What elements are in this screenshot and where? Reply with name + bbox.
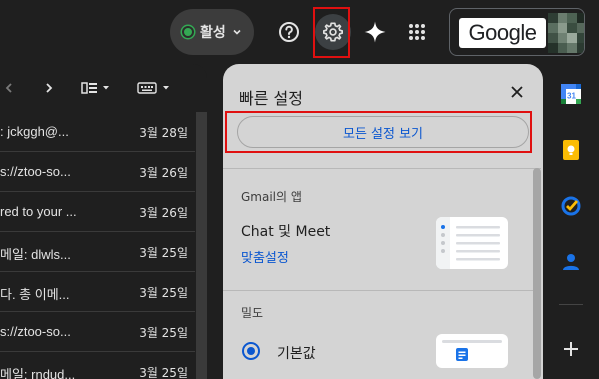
email-row[interactable]: : jckggh@... 3월 28일 [0,112,195,152]
side-divider [559,304,583,305]
apps-section-label: Gmail의 앱 [241,190,302,204]
email-snippet: 메일: rndud... [0,367,76,379]
email-snippet: 메일: dlwls... [0,247,71,262]
email-snippet: 다. 총 이메... [0,287,70,302]
email-row[interactable]: 메일: dlwls... 3월 25일 [0,232,195,272]
gemini-button[interactable] [357,14,393,50]
customize-link[interactable]: 맞춤설정 [241,247,289,266]
chat-meet-label: Chat 및 Meet [241,224,331,240]
status-active-dot [182,26,194,38]
density-illustration [442,340,502,361]
email-date: 3월 25일 [139,366,188,379]
add-icon [564,342,578,356]
google-logo: Google [459,18,546,48]
chevron-down-icon [233,29,241,35]
email-date: 3월 25일 [139,326,188,340]
svg-text:31: 31 [567,92,576,101]
chat-layout-illustration [436,217,500,269]
email-snippet: s://ztoo-so... [0,324,71,339]
keyboard-icon [137,82,169,94]
email-row[interactable]: s://ztoo-so... 3월 26일 [0,152,195,192]
density-section-label: 밀도 [241,306,264,320]
side-panel: 31 [543,64,599,379]
close-button[interactable] [505,80,529,104]
email-date: 3월 28일 [139,126,188,140]
google-calendar-icon: 31 [561,84,581,104]
email-snippet: red to your ... [0,204,77,219]
gemini-spark-icon [364,21,386,43]
avatar [548,13,584,53]
list-toolbar [0,64,207,112]
top-bar: 활성 Google [0,0,599,64]
account-button[interactable]: Google [449,8,585,56]
calendar-button[interactable]: 31 [559,82,583,106]
close-icon [511,86,523,98]
density-default-radio[interactable] [242,342,260,360]
input-tools-button[interactable] [134,76,178,100]
tasks-button[interactable] [559,194,583,218]
email-snippet: s://ztoo-so... [0,164,71,179]
google-tasks-icon [561,196,581,216]
get-addons-button[interactable] [559,337,583,361]
email-date: 3월 26일 [139,206,188,220]
email-rows: : jckggh@... 3월 28일 s://ztoo-so... 3월 26일 … [0,112,195,379]
panel-title: 빠른 설정 [239,89,303,108]
email-list-pane: : jckggh@... 3월 28일 s://ztoo-so... 3월 26일 … [0,64,207,379]
split-pane-icon [81,82,109,94]
google-apps-button[interactable] [399,14,435,50]
email-date: 3월 26일 [139,166,188,180]
contacts-button[interactable] [559,250,583,274]
settings-button-highlight [313,7,350,58]
divider [223,168,541,169]
email-date: 3월 25일 [139,286,188,300]
email-date: 3월 25일 [139,246,188,260]
apps-grid-icon [409,24,425,40]
help-icon [279,22,299,42]
keep-button[interactable] [559,138,583,162]
google-keep-icon [563,140,579,160]
email-snippet: : jckggh@... [0,124,69,139]
density-default-preview[interactable] [436,334,508,368]
status-label: 활성 [200,25,226,41]
see-all-settings-highlight [225,111,532,153]
email-row[interactable]: 다. 총 이메... 3월 25일 [0,272,195,312]
older-button[interactable] [0,76,18,100]
email-row[interactable]: red to your ... 3월 26일 [0,192,195,232]
chevron-left-icon [5,83,12,93]
newer-button[interactable] [38,76,60,100]
email-list-scrollbar[interactable] [196,112,207,379]
google-contacts-icon [563,254,579,270]
quick-settings-panel: 빠른 설정 모든 설정 보기 Gmail의 앱 Chat 및 Meet 맞춤설정… [223,64,543,379]
status-button[interactable]: 활성 [170,9,254,55]
density-default-label: 기본값 [277,346,316,362]
panel-scrollbar[interactable] [533,168,541,379]
email-row[interactable]: s://ztoo-so... 3월 25일 [0,312,195,352]
email-row[interactable]: 메일: rndud... 3월 25일 [0,352,195,379]
radio-selected-dot [247,347,255,355]
chevron-right-icon [46,83,53,93]
divider [223,290,541,291]
help-button[interactable] [271,14,307,50]
chat-meet-preview [436,217,508,269]
split-pane-toggle[interactable] [80,76,114,100]
